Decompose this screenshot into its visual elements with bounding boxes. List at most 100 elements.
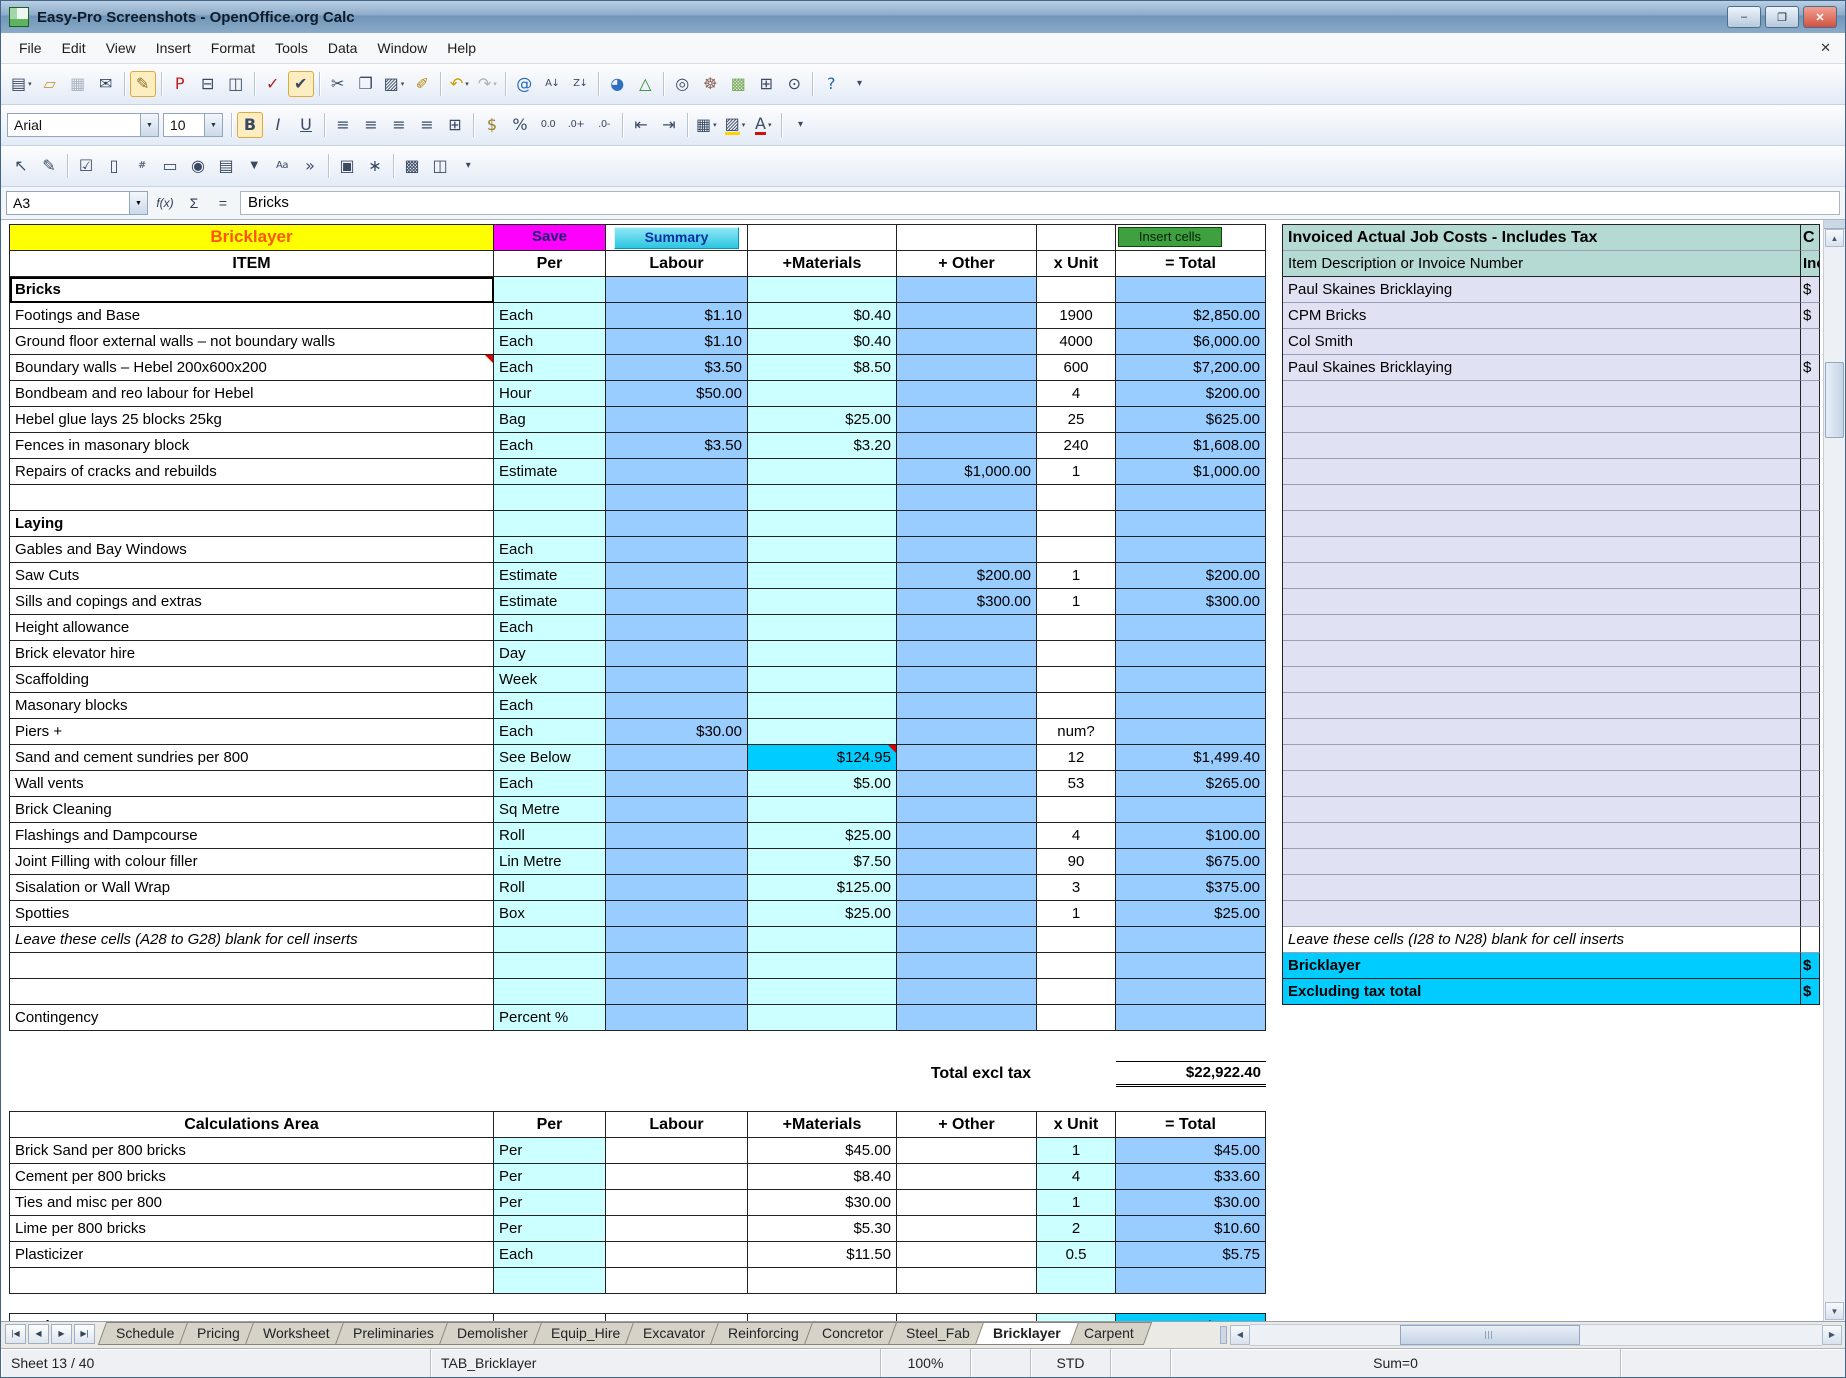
insert-hyperlink-icon[interactable]: @: [511, 71, 537, 97]
sheet-tab-concretor[interactable]: Concretor: [804, 1322, 902, 1345]
text-box-icon[interactable]: ▯: [101, 153, 127, 179]
cell-labour[interactable]: [606, 1190, 748, 1216]
invoice-cell-description[interactable]: [1283, 719, 1801, 745]
cell-materials[interactable]: [748, 381, 897, 407]
invoice-cell-description[interactable]: [1283, 823, 1801, 849]
cell-item[interactable]: Wall vents: [10, 771, 494, 797]
cell-labour[interactable]: [606, 641, 748, 667]
cell-labour[interactable]: [606, 563, 748, 589]
total-excl-tax-value[interactable]: $22,922.40: [1116, 1061, 1266, 1087]
cell-unit[interactable]: [1037, 927, 1116, 953]
bold-icon[interactable]: B: [237, 112, 263, 138]
cell-materials[interactable]: $0.40: [748, 303, 897, 329]
cell-other[interactable]: $200.00: [897, 563, 1037, 589]
cell-per[interactable]: Per: [494, 1164, 606, 1190]
cell-unit[interactable]: 1900: [1037, 303, 1116, 329]
export-pdf-icon[interactable]: P: [167, 71, 193, 97]
invoice-cell-amount[interactable]: [1801, 589, 1820, 615]
cell-total[interactable]: $7,200.00: [1116, 355, 1266, 381]
invoice-cell-amount[interactable]: [1801, 485, 1820, 511]
cell-total[interactable]: [1116, 953, 1266, 979]
cell-materials[interactable]: $25.00: [748, 823, 897, 849]
cell-other[interactable]: [897, 667, 1037, 693]
cell-item[interactable]: Bricks: [10, 277, 494, 303]
cell-other[interactable]: [897, 511, 1037, 537]
cell-total[interactable]: $5.75: [1116, 1242, 1266, 1268]
cell-per[interactable]: Per: [494, 1190, 606, 1216]
cell-other[interactable]: [897, 901, 1037, 927]
invoice-cell-amount[interactable]: $: [1801, 277, 1820, 303]
cell-per[interactable]: Each: [494, 693, 606, 719]
cell-per[interactable]: Each: [494, 771, 606, 797]
cell-total[interactable]: [1116, 615, 1266, 641]
dropdown-icon[interactable]: ▾: [768, 121, 772, 129]
cell-total[interactable]: [1116, 537, 1266, 563]
cell-per[interactable]: Week: [494, 667, 606, 693]
cell-item[interactable]: Total per 800: [10, 1314, 494, 1321]
align-left-icon[interactable]: ≡: [330, 112, 356, 138]
invoice-cell-description[interactable]: [1283, 745, 1801, 771]
cell-other[interactable]: [897, 407, 1037, 433]
cell-per[interactable]: Percent %: [494, 1005, 606, 1031]
cell-labour[interactable]: [606, 277, 748, 303]
cell-total[interactable]: [1116, 693, 1266, 719]
cell-per[interactable]: Each: [494, 719, 606, 745]
invoice-cell-amount[interactable]: [1801, 745, 1820, 771]
cell-other[interactable]: [897, 1242, 1037, 1268]
cell-total[interactable]: $265.00: [1116, 771, 1266, 797]
calc-header-per[interactable]: Per: [494, 1112, 606, 1138]
cell-per[interactable]: Day: [494, 641, 606, 667]
invoice-cell-description[interactable]: [1283, 771, 1801, 797]
cell-labour[interactable]: $50.00: [606, 381, 748, 407]
bricklayer-title-cell[interactable]: Bricklayer: [10, 225, 494, 251]
cell-labour[interactable]: $3.50: [606, 355, 748, 381]
cell-total[interactable]: [1116, 277, 1266, 303]
cell-other[interactable]: $1,000.00: [897, 459, 1037, 485]
cell-other[interactable]: [897, 771, 1037, 797]
cell-total[interactable]: $33.60: [1116, 1164, 1266, 1190]
redo-icon[interactable]: ↷▾: [474, 71, 500, 97]
cell-item[interactable]: Sills and copings and extras: [10, 589, 494, 615]
cell-materials[interactable]: $8.50: [748, 355, 897, 381]
sheet-tab-reinforcing[interactable]: Reinforcing: [710, 1322, 817, 1345]
invoice-cell-description[interactable]: [1283, 641, 1801, 667]
cell-item[interactable]: Leave these cells (A28 to G28) blank for…: [10, 927, 494, 953]
cell-total[interactable]: [1116, 1005, 1266, 1031]
cell-item[interactable]: Fences in masonary block: [10, 433, 494, 459]
cell-materials[interactable]: $45.00: [748, 1138, 897, 1164]
status-zoom[interactable]: 100%: [881, 1349, 971, 1377]
sheet-tab-bricklayer[interactable]: Bricklayer: [975, 1322, 1079, 1345]
cell-other[interactable]: [897, 1314, 1037, 1321]
cell-materials[interactable]: [748, 537, 897, 563]
cell-per[interactable]: [494, 927, 606, 953]
cell-labour[interactable]: [606, 537, 748, 563]
gallery-icon[interactable]: ▩: [725, 71, 751, 97]
invoice-cell-amount[interactable]: [1801, 537, 1820, 563]
print-icon[interactable]: ⊟: [195, 71, 221, 97]
cell-unit[interactable]: 4: [1037, 823, 1116, 849]
merge-cells-icon[interactable]: ⊞: [442, 112, 468, 138]
insert-image-icon[interactable]: ▩: [399, 153, 425, 179]
cell-item[interactable]: [10, 979, 494, 1005]
invoice-cell-description[interactable]: [1283, 875, 1801, 901]
dropdown-icon[interactable]: ▾: [742, 121, 746, 129]
font-name-combo[interactable]: Arial ▼: [7, 113, 159, 137]
formula-input[interactable]: Bricks: [240, 191, 1840, 215]
cell-other[interactable]: [897, 1190, 1037, 1216]
vertical-scroll-thumb[interactable]: [1825, 362, 1844, 438]
cell-unit[interactable]: 240: [1037, 433, 1116, 459]
cell-other[interactable]: [897, 953, 1037, 979]
navigator-icon[interactable]: ☸: [697, 71, 723, 97]
menu-item-window[interactable]: Window: [367, 36, 437, 60]
cell-per[interactable]: [494, 1314, 606, 1321]
page-preview-icon[interactable]: ◫: [223, 71, 249, 97]
cell-labour[interactable]: [606, 1138, 748, 1164]
minimize-button[interactable]: –: [1727, 6, 1761, 28]
insert-chart-icon[interactable]: ◕: [604, 71, 630, 97]
cell-materials[interactable]: [748, 485, 897, 511]
cell-other[interactable]: [897, 719, 1037, 745]
cell-item[interactable]: Ground floor external walls – not bounda…: [10, 329, 494, 355]
align-center-icon[interactable]: ≡: [358, 112, 384, 138]
cell-total[interactable]: $300.00: [1116, 589, 1266, 615]
cell-materials[interactable]: $0.40: [748, 329, 897, 355]
